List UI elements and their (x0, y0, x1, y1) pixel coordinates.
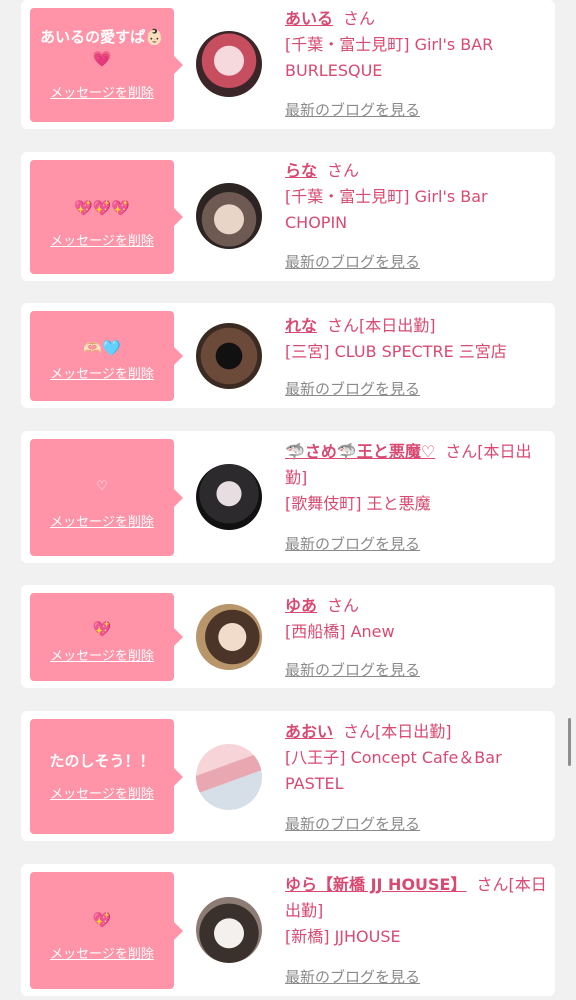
profile-name-link[interactable]: れな (285, 316, 317, 335)
latest-blog-link[interactable]: 最新のブログを見る (285, 813, 420, 834)
message-card: 💖 メッセージを削除 ゆら【新橋 JJ HOUSE】 さん[本日出勤] [新橋] … (21, 864, 555, 996)
latest-blog-link[interactable]: 最新のブログを見る (285, 251, 420, 272)
shop-info-line1: [新橋] JJHOUSE (285, 927, 401, 946)
message-bubble: 💖💖💖 メッセージを削除 (30, 160, 183, 274)
shop-info-line1: [西船橋] Anew (285, 622, 395, 641)
shop-info-line1: [歌舞伎町] 王と悪魔 (285, 494, 431, 513)
delete-message-link[interactable]: メッセージを削除 (30, 783, 174, 802)
message-bubble: 🫶🏻🩵 メッセージを削除 (30, 311, 183, 401)
latest-blog-link[interactable]: 最新のブログを見る (285, 378, 420, 399)
profile-name-link[interactable]: らな (285, 161, 317, 180)
avatar[interactable] (196, 31, 262, 97)
latest-blog-link[interactable]: 最新のブログを見る (285, 533, 420, 554)
latest-blog-link[interactable]: 最新のブログを見る (285, 966, 420, 987)
name-row: あおい さん[本日出勤] (285, 719, 551, 745)
shop-info-line2: CHOPIN (285, 213, 348, 232)
profile-name-link[interactable]: 🦈さめ🦈王と悪魔♡ (285, 442, 435, 461)
delete-message-link[interactable]: メッセージを削除 (30, 511, 174, 530)
avatar[interactable] (196, 183, 262, 249)
name-row: 🦈さめ🦈王と悪魔♡ さん[本日出勤] (285, 439, 551, 491)
shop-info-line2: BURLESQUE (285, 61, 383, 80)
scrollbar-thumb[interactable] (568, 718, 571, 766)
latest-blog-link[interactable]: 最新のブログを見る (285, 99, 420, 120)
message-text: たのしそう！！ (49, 752, 155, 770)
honorific: さん (445, 442, 478, 461)
name-row: れな さん[本日出勤] (285, 313, 551, 339)
profile-name-link[interactable]: ゆら【新橋 JJ HOUSE】 (285, 875, 467, 894)
message-bubble: 💖 メッセージを削除 (30, 593, 183, 681)
message-bubble: ♡ メッセージを削除 (30, 439, 183, 556)
message-bubble: たのしそう！！ メッセージを削除 (30, 719, 183, 834)
honorific: さん (327, 161, 360, 180)
delete-message-link[interactable]: メッセージを削除 (30, 645, 174, 664)
message-text: 🫶🏻🩵 (83, 339, 121, 357)
honorific: さん (343, 9, 376, 28)
message-bubble: 💖 メッセージを削除 (30, 872, 183, 989)
message-text: あいるの愛すぱ👶🏻💗 (40, 28, 164, 68)
message-card: たのしそう！！ メッセージを削除 あおい さん[本日出勤] [八王子] Conce… (21, 711, 555, 841)
status-text: [本日出勤] (359, 316, 436, 335)
message-card: あいるの愛すぱ👶🏻💗 メッセージを削除 あいる さん [千葉・富士見町] Girl… (21, 0, 555, 129)
message-text: 💖💖💖 (73, 199, 131, 217)
profile-name-link[interactable]: ゆあ (285, 596, 317, 615)
message-text: 💖 (92, 620, 112, 638)
avatar[interactable] (196, 744, 262, 810)
honorific: さん (327, 596, 360, 615)
message-card: ♡ メッセージを削除 🦈さめ🦈王と悪魔♡ さん[本日出勤] [歌舞伎町] 王と悪魔… (21, 431, 555, 563)
avatar[interactable] (196, 897, 262, 963)
honorific: さん (327, 316, 360, 335)
latest-blog-link[interactable]: 最新のブログを見る (285, 659, 420, 680)
avatar[interactable] (196, 604, 262, 670)
message-card: 💖 メッセージを削除 ゆあ さん [西船橋] Anew 最新のブログを見る (21, 585, 555, 688)
profile-name-link[interactable]: あいる (285, 9, 333, 28)
name-row: らな さん (285, 158, 551, 184)
delete-message-link[interactable]: メッセージを削除 (30, 230, 174, 249)
message-text: ♡ (96, 479, 108, 494)
delete-message-link[interactable]: メッセージを削除 (30, 82, 174, 101)
name-row: ゆら【新橋 JJ HOUSE】 さん[本日出勤] (285, 872, 551, 924)
shop-info-line1: [千葉・富士見町] Girl's BAR (285, 35, 494, 54)
message-card: 🫶🏻🩵 メッセージを削除 れな さん[本日出勤] [三宮] CLUB SPECTR… (21, 303, 555, 408)
avatar[interactable] (196, 464, 262, 530)
shop-info-line1: [八王子] Concept Cafe＆Bar (285, 748, 502, 767)
shop-info-line2: PASTEL (285, 774, 344, 793)
name-row: ゆあ さん (285, 593, 551, 619)
name-row: あいる さん (285, 6, 551, 32)
avatar[interactable] (196, 323, 262, 389)
shop-info-line1: [千葉・富士見町] Girl's Bar (285, 187, 488, 206)
message-text: 💖 (92, 911, 112, 929)
honorific: さん (476, 875, 509, 894)
honorific: さん (343, 722, 376, 741)
message-bubble: あいるの愛すぱ👶🏻💗 メッセージを削除 (30, 8, 183, 122)
delete-message-link[interactable]: メッセージを削除 (30, 943, 174, 962)
shop-info-line1: [三宮] CLUB SPECTRE 三宮店 (285, 342, 507, 361)
status-text: [本日出勤] (375, 722, 452, 741)
delete-message-link[interactable]: メッセージを削除 (30, 363, 174, 382)
profile-name-link[interactable]: あおい (285, 722, 333, 741)
message-card: 💖💖💖 メッセージを削除 らな さん [千葉・富士見町] Girl's Bar C… (21, 152, 555, 281)
